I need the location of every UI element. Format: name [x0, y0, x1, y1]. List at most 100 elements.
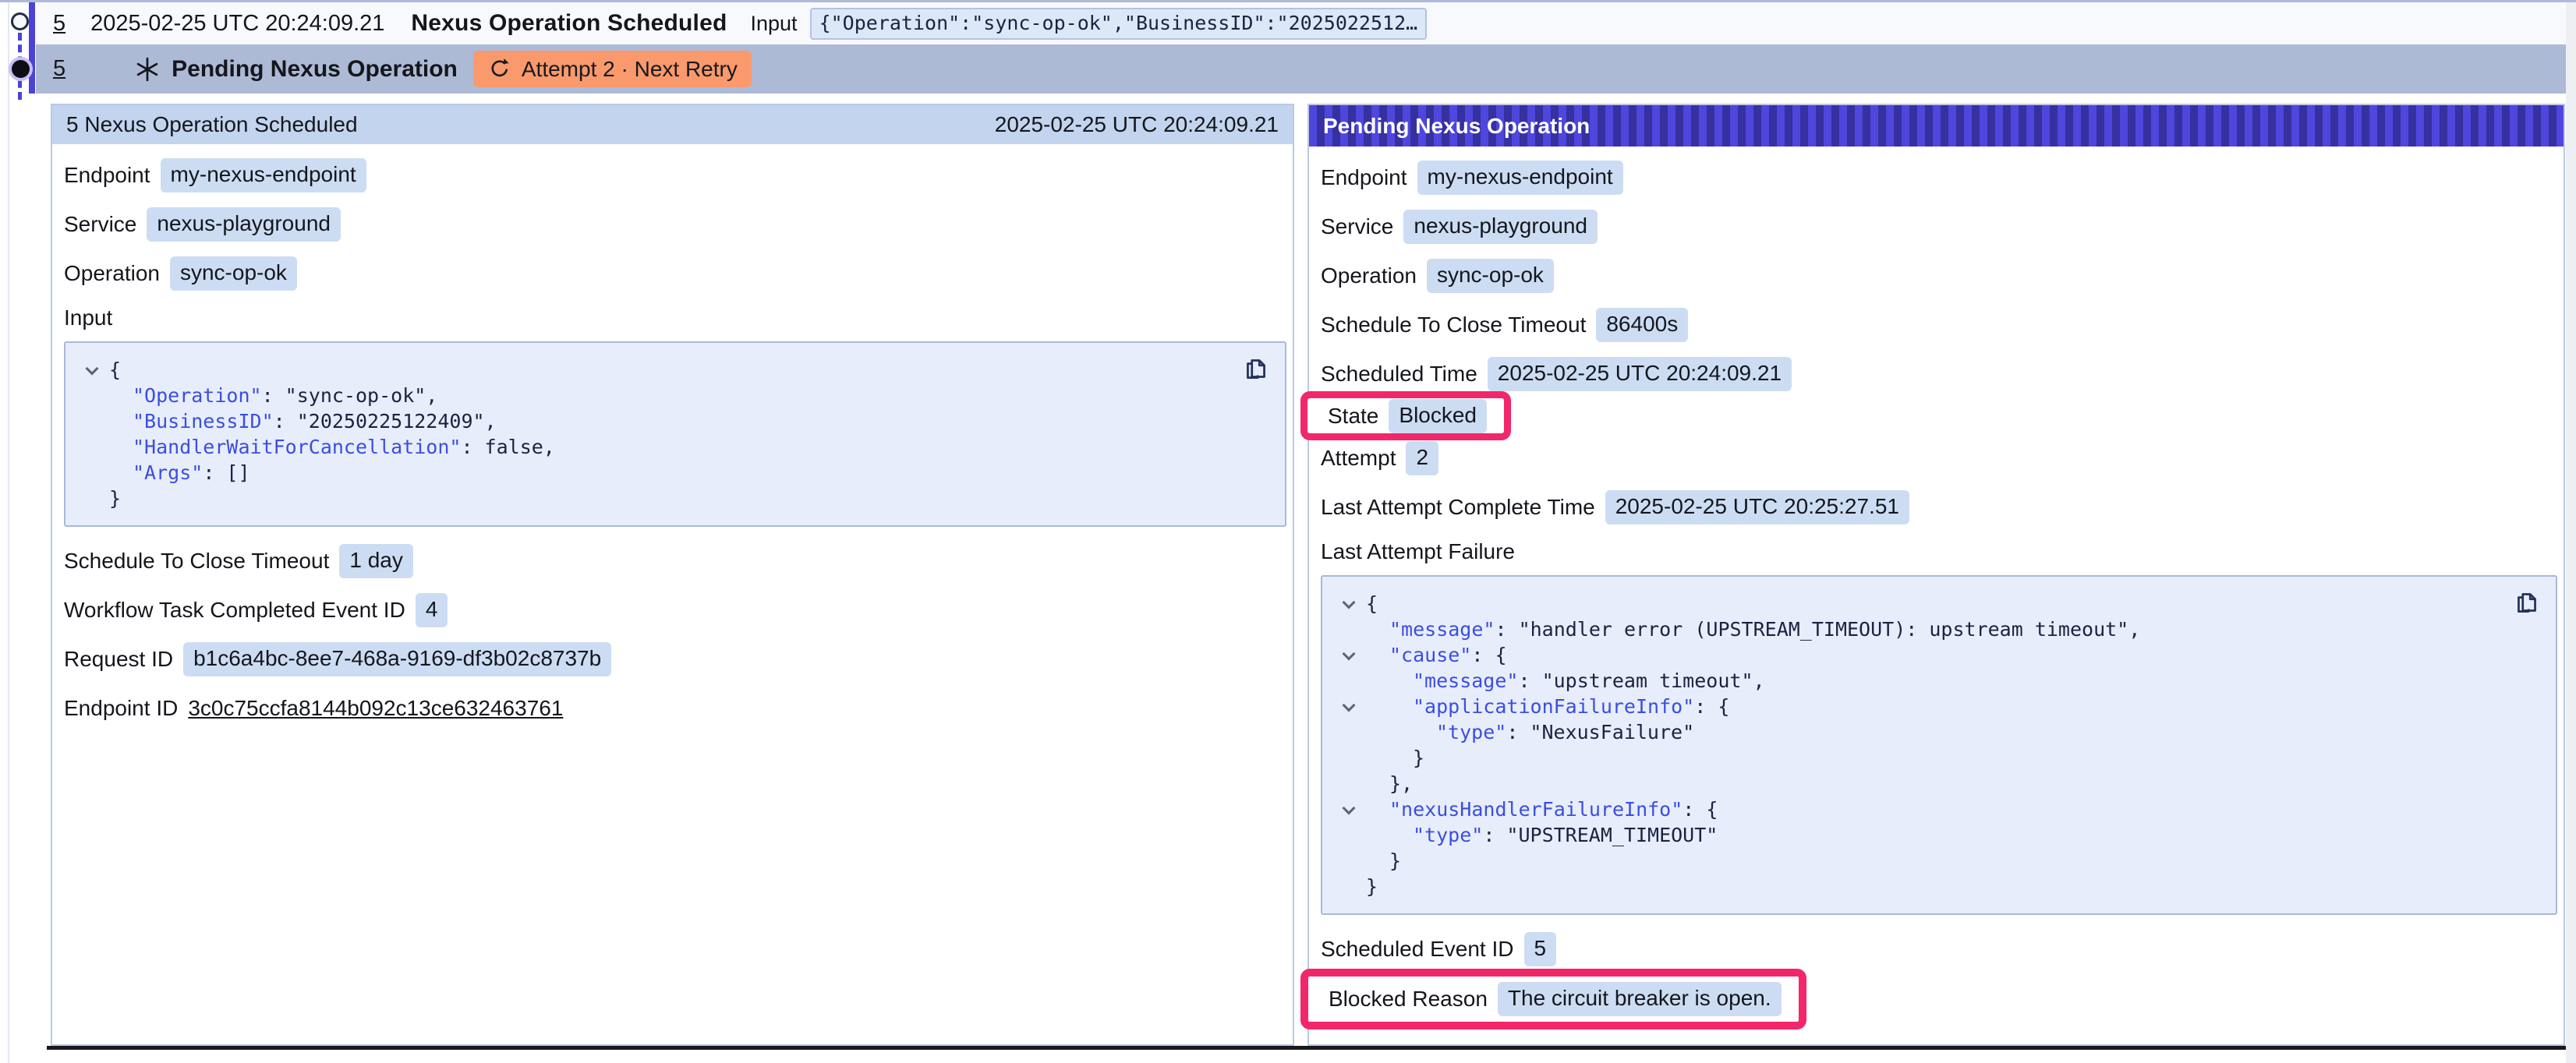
field-label: Schedule To Close Timeout: [1321, 313, 1586, 337]
left-panel-timestamp: 2025-02-25 UTC 20:24:09.21: [995, 112, 1279, 137]
failure-json-viewer: { "message": "handler error (UPSTREAM_TI…: [1321, 575, 2557, 915]
scrollbar-gutter[interactable]: [2566, 2, 2576, 1063]
state-value-chip: Blocked: [1389, 399, 1487, 433]
field-row-operation: Operation sync-op-ok: [64, 249, 1293, 298]
right-panel-title: Pending Nexus Operation: [1323, 114, 1590, 139]
field-value-chip: b1c6a4bc-8ee7-468a-9169-df3b02c8737b: [183, 642, 611, 676]
json-line: }: [1332, 874, 2540, 899]
event-row-pending[interactable]: 5 Pending Nexus Operation Attempt 2 · Ne…: [36, 44, 2566, 94]
copy-icon[interactable]: [2512, 588, 2542, 617]
field-label: Attempt: [1321, 446, 1396, 471]
chevron-down-icon[interactable]: [1343, 647, 1356, 660]
input-json-viewer: { "Operation": "sync-op-ok", "BusinessID…: [64, 341, 1286, 527]
event-id-link[interactable]: 5: [53, 11, 65, 37]
pending-operation-detail-panel: Pending Nexus Operation Endpoint my-nexu…: [1307, 104, 2565, 1046]
field-value-chip: 1 day: [339, 544, 413, 578]
left-panel-title: 5 Nexus Operation Scheduled: [66, 112, 358, 137]
field-row-endpoint-id: Endpoint ID 3c0c75ccfa8144b092c13ce63246…: [64, 683, 1293, 733]
retry-icon: [487, 57, 511, 81]
active-event-indicator-bar: [29, 2, 35, 94]
field-label: Endpoint: [1321, 165, 1407, 190]
field-row-request-id: Request ID b1c6a4bc-8ee7-468a-9169-df3b0…: [64, 634, 1293, 683]
json-line: }: [75, 486, 1269, 511]
field-value-chip: sync-op-ok: [170, 256, 297, 291]
field-label: Schedule To Close Timeout: [64, 549, 329, 574]
field-label: Endpoint: [64, 163, 150, 188]
field-label: Workflow Task Completed Event ID: [64, 598, 405, 623]
field-row-scheduled-time: Scheduled Time 2025-02-25 UTC 20:24:09.2…: [1321, 349, 2564, 398]
annotation-blocked-reason-highlight: Blocked Reason The circuit breaker is op…: [1300, 969, 1806, 1029]
field-label: Endpoint ID: [64, 696, 178, 721]
field-value-chip: 4: [416, 593, 448, 627]
json-line: "Args": []: [75, 460, 1269, 486]
json-line: "cause": {: [1332, 642, 2540, 668]
field-row-wft-completed-id: Workflow Task Completed Event ID 4: [64, 585, 1293, 634]
field-label: Service: [1321, 214, 1393, 239]
field-value-chip: nexus-playground: [147, 207, 341, 242]
event-history-view: 5 2025-02-25 UTC 20:24:09.21 Nexus Opera…: [0, 0, 2576, 1063]
blocked-reason-chip: The circuit breaker is open.: [1498, 982, 1782, 1016]
event-row-scheduled[interactable]: 5 2025-02-25 UTC 20:24:09.21 Nexus Opera…: [36, 2, 2566, 44]
json-line: "type": "UPSTREAM_TIMEOUT": [1332, 822, 2540, 848]
json-line: }: [1332, 848, 2540, 874]
timeline-node-open-icon[interactable]: [11, 12, 29, 30]
field-value-chip: 5: [1524, 932, 1557, 966]
input-block-label: Input: [64, 298, 1293, 338]
json-line: "Operation": "sync-op-ok",: [75, 383, 1269, 408]
endpoint-id-link[interactable]: 3c0c75ccfa8144b092c13ce632463761: [188, 696, 563, 721]
annotation-state-highlight: State Blocked: [1300, 391, 1511, 440]
field-label: Scheduled Time: [1321, 362, 1477, 387]
field-value-chip: 2025-02-25 UTC 20:25:27.51: [1605, 490, 1909, 524]
right-panel-header: Pending Nexus Operation: [1309, 105, 2564, 147]
json-line: },: [1332, 771, 2540, 796]
chevron-down-icon[interactable]: [1343, 698, 1356, 712]
field-value-chip: my-nexus-endpoint: [1417, 161, 1623, 195]
field-value-chip: my-nexus-endpoint: [161, 158, 366, 192]
input-preview-chip[interactable]: {"Operation":"sync-op-ok","BusinessID":"…: [810, 8, 1428, 40]
field-row-endpoint: Endpoint my-nexus-endpoint: [64, 150, 1293, 200]
asterisk-icon: [134, 56, 161, 83]
field-label: Blocked Reason: [1329, 987, 1488, 1012]
field-label: Request ID: [64, 647, 173, 672]
left-border: [8, 2, 9, 1063]
field-row-service: Service nexus-playground: [64, 200, 1293, 249]
json-line: "type": "NexusFailure": [1332, 719, 2540, 745]
field-row-service: Service nexus-playground: [1321, 202, 2564, 251]
field-label: Scheduled Event ID: [1321, 937, 1514, 962]
copy-icon[interactable]: [1241, 354, 1271, 383]
chevron-down-icon[interactable]: [1343, 801, 1356, 814]
pending-event-title: Pending Nexus Operation: [172, 56, 458, 83]
field-row-operation: Operation sync-op-ok: [1321, 251, 2564, 300]
json-line: {: [1332, 591, 2540, 616]
json-line: }: [1332, 745, 2540, 771]
json-line: {: [75, 357, 1269, 383]
field-value-chip: 86400s: [1596, 308, 1688, 342]
json-line: "HandlerWaitForCancellation": false,: [75, 434, 1269, 460]
field-label: Operation: [1321, 263, 1417, 288]
failure-block-label: Last Attempt Failure: [1321, 532, 2564, 572]
event-title: Nexus Operation Scheduled: [411, 10, 727, 37]
field-row-endpoint: Endpoint my-nexus-endpoint: [1321, 153, 2564, 202]
event-timestamp: 2025-02-25 UTC 20:24:09.21: [90, 11, 384, 37]
json-line: "applicationFailureInfo": {: [1332, 694, 2540, 719]
field-row-attempt: Attempt 2: [1321, 433, 2564, 482]
retry-badge-label: Attempt 2 · Next Retry: [522, 57, 738, 82]
input-label: Input: [751, 12, 798, 36]
left-panel-header: 5 Nexus Operation Scheduled 2025-02-25 U…: [52, 105, 1293, 144]
event-id-link[interactable]: 5: [53, 56, 65, 82]
json-line: "nexusHandlerFailureInfo": {: [1332, 796, 2540, 822]
chevron-down-icon[interactable]: [1343, 595, 1356, 609]
bottom-divider: [47, 1046, 2566, 1050]
field-value-chip: sync-op-ok: [1427, 259, 1554, 293]
timeline-node-current-icon[interactable]: [12, 60, 30, 78]
field-value-chip: nexus-playground: [1403, 210, 1598, 244]
json-line: "message": "upstream timeout",: [1332, 668, 2540, 694]
field-value-chip: 2025-02-25 UTC 20:24:09.21: [1488, 357, 1792, 391]
field-row-last-attempt-complete: Last Attempt Complete Time 2025-02-25 UT…: [1321, 482, 2564, 532]
field-label: Last Attempt Complete Time: [1321, 495, 1595, 520]
field-value-chip: 2: [1406, 441, 1438, 475]
field-label: Operation: [64, 261, 160, 286]
chevron-down-icon[interactable]: [86, 362, 99, 375]
field-label: Service: [64, 212, 136, 237]
field-row-state: State Blocked: [1328, 391, 1487, 440]
